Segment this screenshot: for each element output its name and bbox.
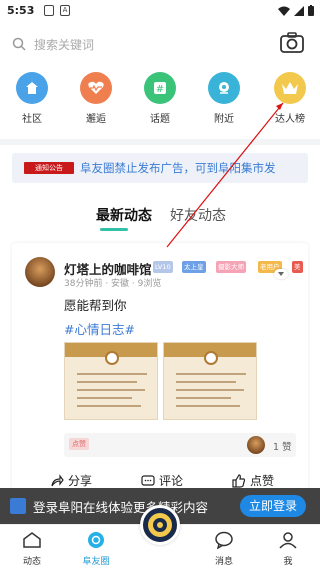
nav-item-me[interactable]: 我 xyxy=(266,531,310,567)
avatar[interactable] xyxy=(25,257,55,287)
hash-icon: # xyxy=(144,72,176,104)
category-label: 话题 xyxy=(150,114,170,125)
bottom-nav: 动态 阜友圈 消息 我 xyxy=(0,505,320,568)
crown-icon xyxy=(274,72,306,104)
nav-item-feed[interactable]: 动态 xyxy=(10,531,54,567)
battery-icon xyxy=(308,5,314,16)
share-icon xyxy=(51,473,64,486)
nav-label: 阜友圈 xyxy=(82,557,110,567)
category-nearby[interactable]: 附近 xyxy=(199,72,249,125)
camera-icon[interactable] xyxy=(279,30,305,56)
like-label: 点赞 xyxy=(250,474,275,488)
like-button[interactable]: 点赞 xyxy=(232,472,274,489)
comment-label: 评论 xyxy=(159,474,184,488)
nav-label: 动态 xyxy=(22,557,41,567)
divider xyxy=(0,139,320,145)
title-badge: 太上皇 xyxy=(182,261,206,273)
share-label: 分享 xyxy=(68,474,93,488)
tab-friends[interactable]: 好友动态 xyxy=(170,205,226,225)
share-button[interactable]: 分享 xyxy=(50,472,92,489)
post-card[interactable]: 灯塔上的咖啡馆 LV10 太上皇 摄影大师 老用户 美 38分钟前 · 安徽 ·… xyxy=(12,243,308,493)
notice-text[interactable]: 阜友圈禁止发布广告，可到阜阳集市发 xyxy=(80,160,276,176)
status-time: 5:53 xyxy=(7,4,35,17)
comment-button[interactable]: 评论 xyxy=(141,472,183,489)
tab-indicator xyxy=(100,228,128,231)
status-bar: 5:53 A xyxy=(0,0,320,22)
category-label: 达人榜 xyxy=(275,114,305,125)
like-summary: 点赞 1 赞 xyxy=(64,433,296,457)
message-icon xyxy=(215,531,233,550)
svg-text:#: # xyxy=(156,84,164,95)
category-community[interactable]: 社区 xyxy=(7,72,57,125)
user-icon xyxy=(279,532,297,549)
notice-tag: 通知公告 xyxy=(24,162,74,174)
comment-icon xyxy=(141,474,155,486)
nav-item-messages[interactable]: 消息 xyxy=(202,531,246,567)
nav-item-circle[interactable]: 阜友圈 xyxy=(74,531,118,567)
login-banner-text: 登录阜阳在线体验更多精彩内容 xyxy=(33,499,209,515)
category-topic[interactable]: # 话题 xyxy=(135,72,185,125)
nav-label: 我 xyxy=(283,557,293,567)
tab-latest[interactable]: 最新动态 xyxy=(96,205,152,225)
category-label: 附近 xyxy=(214,114,234,125)
post-meta: 38分钟前 · 安徽 · 9浏览 xyxy=(64,279,162,289)
category-encounter[interactable]: 邂逅 xyxy=(71,72,121,125)
post-text: 愿能帮到你 xyxy=(64,298,127,313)
compass-icon xyxy=(148,513,172,537)
category-label: 社区 xyxy=(22,114,42,125)
thumbs-up-icon xyxy=(232,473,246,488)
wifi-icon xyxy=(278,6,290,16)
location-icon xyxy=(208,72,240,104)
category-ranking[interactable]: 达人榜 xyxy=(265,72,315,125)
notification-icon xyxy=(44,5,54,16)
category-bar: 社区 邂逅 # 话题 附近 达人榜 xyxy=(0,72,320,132)
app-logo-icon xyxy=(10,498,26,514)
photographer-badge: 摄影大师 xyxy=(216,261,246,273)
post-image[interactable] xyxy=(64,342,158,420)
liker-avatar[interactable] xyxy=(247,436,265,454)
search-input[interactable]: 搜索关键词 xyxy=(34,36,94,53)
post-hashtag[interactable]: #心情日志# xyxy=(64,319,135,338)
login-button[interactable]: 立即登录 xyxy=(240,495,306,517)
notice-bar[interactable]: 通知公告 阜友圈禁止发布广告，可到阜阳集市发 xyxy=(12,153,308,183)
beauty-badge: 美 xyxy=(292,261,303,273)
search-bar[interactable]: 搜索关键词 xyxy=(12,28,252,60)
camera-circle-icon xyxy=(88,532,104,548)
house-icon xyxy=(16,72,48,104)
feed-tabs: 最新动态 好友动态 xyxy=(0,205,320,235)
signal-icon xyxy=(294,5,304,16)
search-icon xyxy=(12,37,26,51)
app-badge-icon: A xyxy=(60,5,70,16)
like-count: 1 赞 xyxy=(273,442,292,453)
heart-pulse-icon xyxy=(80,72,112,104)
like-tag: 点赞 xyxy=(69,438,89,450)
level-badge: LV10 xyxy=(153,261,173,273)
post-image[interactable] xyxy=(163,342,257,420)
nav-label: 消息 xyxy=(214,557,233,567)
publish-button[interactable] xyxy=(140,505,180,545)
chevron-down-icon[interactable] xyxy=(274,269,288,279)
category-label: 邂逅 xyxy=(86,114,106,125)
home-icon xyxy=(23,532,41,548)
